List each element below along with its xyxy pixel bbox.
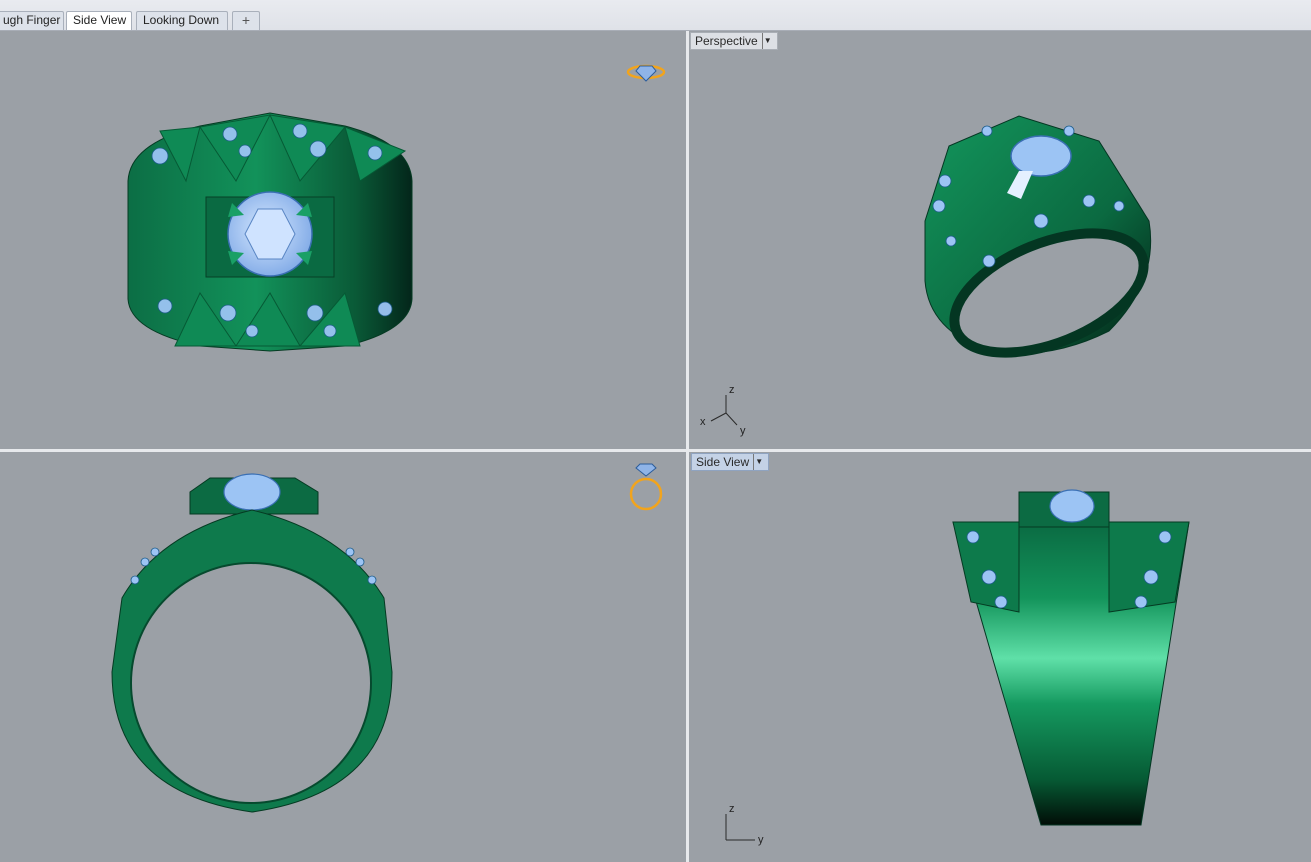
viewport-divider-vertical[interactable] [686,31,689,862]
viewport-tab-bar: ugh Finger Side View Looking Down + [0,0,1311,31]
tab-side-view[interactable]: Side View [66,11,132,30]
ring-side-render: z y [725,489,1190,846]
plus-icon: + [241,12,251,28]
viewport-perspective[interactable]: Perspective ▼ z x y [689,31,1311,449]
add-tab-button[interactable]: + [232,11,260,30]
viewport-side-view[interactable]: Side View ▼ z y [689,452,1311,862]
navigation-widget[interactable] [0,31,686,449]
side-axis-y-label: y [758,834,764,846]
tab-looking-down[interactable]: Looking Down [136,11,228,30]
axis-x-label: x [700,416,706,428]
navigation-widget-2[interactable] [0,452,686,862]
axis-z-label: z [729,384,735,396]
tab-through-finger[interactable]: ugh Finger [0,11,64,30]
axis-y-label: y [740,425,746,437]
viewport-looking-through[interactable] [0,452,686,862]
viewport-front[interactable] [0,31,686,449]
ring-perspective-render: z x y [700,115,1152,437]
viewport-divider-horizontal[interactable] [0,449,1311,452]
side-axis-z-label: z [729,803,735,815]
